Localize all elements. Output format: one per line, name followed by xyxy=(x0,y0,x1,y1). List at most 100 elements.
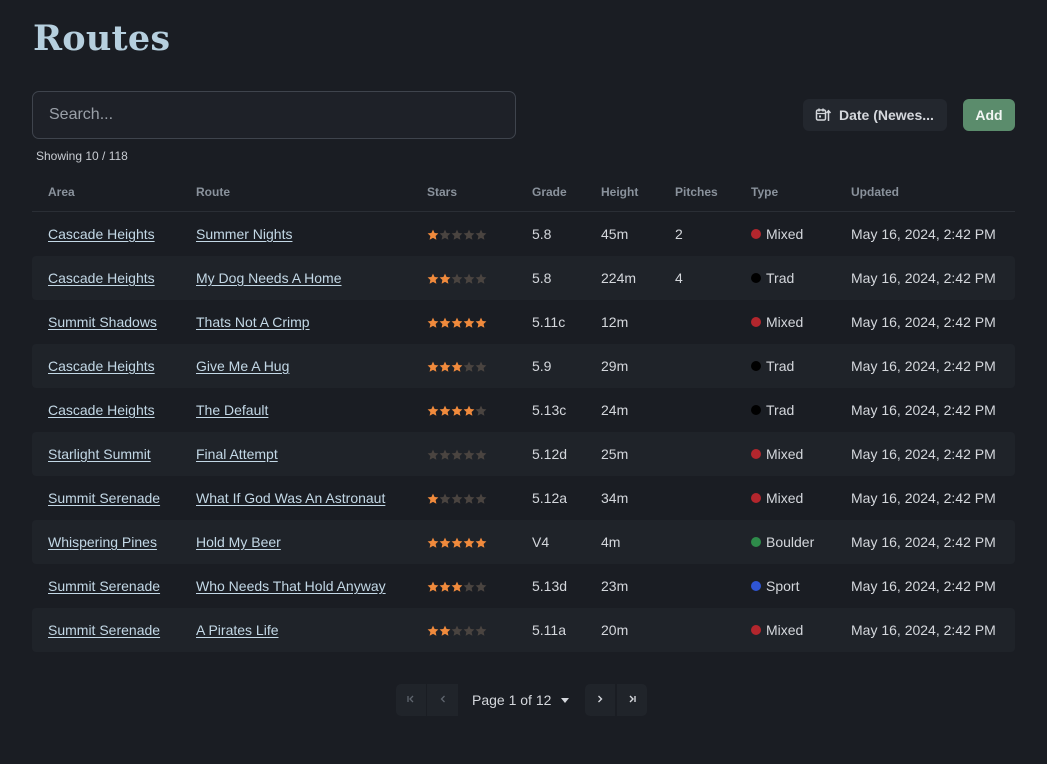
updated-cell: May 16, 2024, 2:42 PM xyxy=(835,388,1015,432)
caret-down-icon xyxy=(561,697,570,703)
star-filled-icon xyxy=(463,537,475,549)
pitches-cell: 2 xyxy=(659,212,735,257)
type-cell: Mixed xyxy=(735,432,835,476)
route-link[interactable]: The Default xyxy=(196,402,268,418)
updated-cell: May 16, 2024, 2:42 PM xyxy=(835,520,1015,564)
height-cell: 25m xyxy=(585,432,659,476)
stars-cell xyxy=(411,564,516,608)
star-filled-icon xyxy=(439,317,451,329)
star-filled-icon xyxy=(439,361,451,373)
star-empty-icon xyxy=(463,625,475,637)
area-link[interactable]: Summit Serenade xyxy=(48,622,160,638)
column-header-stars[interactable]: Stars xyxy=(411,172,516,212)
updated-value: May 16, 2024, 2:42 PM xyxy=(851,490,996,506)
star-rating xyxy=(427,405,487,417)
pitches-cell xyxy=(659,520,735,564)
star-filled-icon xyxy=(463,317,475,329)
route-link[interactable]: Final Attempt xyxy=(196,446,278,462)
star-empty-icon xyxy=(451,493,463,505)
table-row: Starlight Summit Final Attempt 5.12d 25m Mix… xyxy=(32,432,1015,476)
route-link[interactable]: Hold My Beer xyxy=(196,534,281,550)
area-link[interactable]: Starlight Summit xyxy=(48,446,151,462)
area-link[interactable]: Summit Serenade xyxy=(48,490,160,506)
area-link[interactable]: Cascade Heights xyxy=(48,226,155,242)
route-link[interactable]: Thats Not A Crimp xyxy=(196,314,310,330)
grade-cell: 5.12a xyxy=(516,476,585,520)
column-header-area[interactable]: Area xyxy=(32,172,180,212)
area-link[interactable]: Summit Shadows xyxy=(48,314,157,330)
sort-button[interactable]: Date (Newes... xyxy=(803,99,947,131)
pitches-cell xyxy=(659,344,735,388)
grade-value: 5.13c xyxy=(532,402,567,418)
type-cell: Sport xyxy=(735,564,835,608)
last-page-button[interactable] xyxy=(616,684,648,716)
area-link[interactable]: Cascade Heights xyxy=(48,358,155,374)
height-value: 4m xyxy=(601,534,621,550)
column-header-pitches[interactable]: Pitches xyxy=(659,172,735,212)
routes-table-body: Cascade Heights Summer Nights 5.8 45m 2 Mixed… xyxy=(32,212,1015,652)
route-link[interactable]: My Dog Needs A Home xyxy=(196,270,342,286)
route-link[interactable]: A Pirates Life xyxy=(196,622,279,638)
height-value: 20m xyxy=(601,622,629,638)
area-link[interactable]: Whispering Pines xyxy=(48,534,157,550)
grade-cell: 5.11c xyxy=(516,300,585,344)
star-filled-icon xyxy=(439,537,451,549)
route-type: Mixed xyxy=(751,622,803,638)
star-empty-icon xyxy=(451,449,463,461)
area-link[interactable]: Cascade Heights xyxy=(48,402,155,418)
add-button[interactable]: Add xyxy=(963,99,1015,131)
updated-value: May 16, 2024, 2:42 PM xyxy=(851,358,996,374)
stars-cell xyxy=(411,300,516,344)
area-link[interactable]: Cascade Heights xyxy=(48,270,155,286)
route-link[interactable]: What If God Was An Astronaut xyxy=(196,490,385,506)
route-link[interactable]: Who Needs That Hold Anyway xyxy=(196,578,386,594)
stars-cell xyxy=(411,212,516,257)
route-cell: Who Needs That Hold Anyway xyxy=(180,564,411,608)
grade-value: V4 xyxy=(532,534,550,550)
pitches-cell xyxy=(659,608,735,652)
column-header-height[interactable]: Height xyxy=(585,172,659,212)
height-cell: 20m xyxy=(585,608,659,652)
route-cell: A Pirates Life xyxy=(180,608,411,652)
column-header-updated[interactable]: Updated xyxy=(835,172,1015,212)
grade-cell: 5.8 xyxy=(516,212,585,257)
routes-table: Area Route Stars Grade Height Pitches Ty… xyxy=(32,172,1015,652)
grade-value: 5.11a xyxy=(532,622,566,638)
star-empty-icon xyxy=(475,229,487,241)
height-value: 34m xyxy=(601,490,629,506)
grade-cell: 5.13c xyxy=(516,388,585,432)
route-link[interactable]: Give Me A Hug xyxy=(196,358,289,374)
updated-value: May 16, 2024, 2:42 PM xyxy=(851,622,996,638)
column-header-route[interactable]: Route xyxy=(180,172,411,212)
page-label: Page 1 of 12 xyxy=(472,692,552,708)
next-page-button[interactable] xyxy=(585,684,617,716)
type-dot-icon xyxy=(751,405,761,415)
table-row: Summit Serenade What If God Was An Astron… xyxy=(32,476,1015,520)
height-value: 45m xyxy=(601,226,629,242)
star-empty-icon xyxy=(463,493,475,505)
updated-cell: May 16, 2024, 2:42 PM xyxy=(835,608,1015,652)
search-input[interactable] xyxy=(32,91,516,139)
area-link[interactable]: Summit Serenade xyxy=(48,578,160,594)
height-value: 24m xyxy=(601,402,629,418)
column-header-grade[interactable]: Grade xyxy=(516,172,585,212)
route-type: Boulder xyxy=(751,534,814,550)
page-select[interactable]: Page 1 of 12 xyxy=(458,684,585,716)
star-filled-icon xyxy=(427,273,439,285)
calendar-sort-icon xyxy=(815,107,831,123)
grade-cell: 5.12d xyxy=(516,432,585,476)
route-cell: What If God Was An Astronaut xyxy=(180,476,411,520)
first-page-button[interactable] xyxy=(396,684,427,716)
pagination: Page 1 of 12 xyxy=(396,684,648,716)
route-link[interactable]: Summer Nights xyxy=(196,226,292,242)
star-rating xyxy=(427,273,487,285)
prev-page-button[interactable] xyxy=(427,684,458,716)
star-filled-icon xyxy=(451,317,463,329)
type-cell: Boulder xyxy=(735,520,835,564)
star-filled-icon xyxy=(463,405,475,417)
route-cell: Summer Nights xyxy=(180,212,411,257)
updated-value: May 16, 2024, 2:42 PM xyxy=(851,226,996,242)
grade-cell: 5.11a xyxy=(516,608,585,652)
area-cell: Cascade Heights xyxy=(32,344,180,388)
column-header-type[interactable]: Type xyxy=(735,172,835,212)
